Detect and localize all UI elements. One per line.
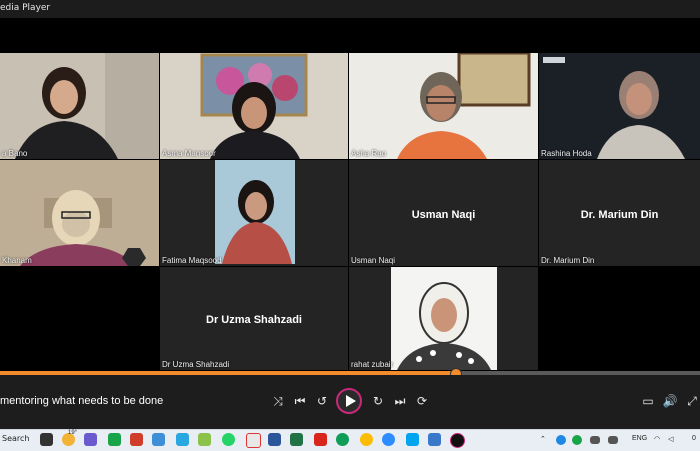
participant-label: Dr Uzma Shahzadi [206,314,302,327]
participant-label: Usman Naqi [411,208,476,221]
participant-video [15,53,159,159]
participant-video [0,160,159,266]
pdf-icon[interactable] [314,433,327,446]
task-view-icon[interactable] [40,433,53,446]
app-icon[interactable] [108,433,121,446]
taskbar-search[interactable]: Search [2,434,29,443]
title-bar: edia Player [0,0,700,18]
player-controls: mentoring what needs to be done ⤨ ⏮ ↺ ↻ … [0,375,700,429]
rewind-icon[interactable]: ↺ [314,393,330,409]
participant-tile[interactable]: Asha Rao [349,53,538,159]
edge-icon[interactable] [336,433,349,446]
participant-tile[interactable]: Dr Uzma Shahzadi Dr Uzma Shahzadi [160,267,348,370]
fullscreen-icon[interactable]: ⤢ [684,393,700,409]
participant-name: Rashina Hoda [541,149,592,158]
language-indicator[interactable]: ENG [632,435,647,442]
participant-name: Asma Mansoor [162,149,216,158]
app-icon[interactable] [246,433,261,448]
teams-icon[interactable] [84,433,97,446]
app-icon[interactable] [198,433,211,446]
chrome-icon[interactable] [360,433,373,446]
participant-label: Dr. Marium Din [580,208,659,221]
app-tray-icon[interactable] [556,435,566,445]
participant-name: Khanam [2,256,32,265]
battery-icon[interactable] [608,436,618,444]
participant-video [391,267,497,370]
chevron-up-icon[interactable]: ⌃ [540,435,546,443]
keyboard-icon[interactable] [590,436,600,444]
app-icon[interactable] [428,433,441,446]
participant-name: rahat zubair [351,360,394,369]
clock[interactable]: 0 [692,435,696,442]
repeat-icon[interactable]: ⟳ [414,393,430,409]
participant-tile[interactable]: Usman Naqi Usman Naqi [349,160,538,266]
next-icon[interactable]: ⏭ [392,393,408,409]
play-icon [346,395,356,407]
media-player-icon[interactable] [450,433,465,448]
participant-name: a Bano [2,149,28,158]
office-icon[interactable] [130,433,143,446]
app-tray-icon[interactable] [572,435,582,445]
volume-icon[interactable]: 🔊 [662,393,678,409]
video-stage: a Bano Asma Mansoor Asha Rao Rashina Hod… [0,18,700,370]
participant-tile[interactable]: Fatima Maqsood [160,160,348,266]
subtitles-icon[interactable]: ▭ [640,393,656,409]
participant-video [397,53,531,159]
participant-tile[interactable]: Khanam [0,160,159,266]
participant-name: Dr. Marium Din [541,256,595,265]
participant-tile[interactable]: Dr. Marium Din Dr. Marium Din [539,160,700,266]
participant-name: Asha Rao [351,149,387,158]
word-icon[interactable] [268,433,281,446]
participant-tile[interactable]: rahat zubair [349,267,538,370]
participant-tile[interactable]: Rashina Hoda [539,53,700,159]
wifi-icon[interactable]: ◠ [654,435,660,443]
participant-video [215,160,295,264]
participant-name: Dr Uzma Shahzadi [162,360,230,369]
taskbar: Search 19° ⌃ ENG ◠ ◁ 0 [0,429,700,451]
weather-temp: 19° [68,430,78,436]
participant-name: Fatima Maqsood [162,256,222,265]
participant-name: Usman Naqi [351,256,396,265]
participant-video [200,53,308,159]
volume-tray-icon[interactable]: ◁ [668,435,673,443]
participant-tile[interactable]: a Bano [0,53,159,159]
app-icon[interactable] [176,433,189,446]
previous-icon[interactable]: ⏮ [292,393,308,409]
excel-icon[interactable] [290,433,303,446]
app-icon[interactable] [152,433,165,446]
participant-video [539,53,700,159]
forward-icon[interactable]: ↻ [370,393,386,409]
shuffle-icon[interactable]: ⤨ [270,393,286,409]
whatsapp-icon[interactable] [222,433,235,446]
play-button[interactable] [336,388,362,414]
zoom-icon[interactable] [382,433,395,446]
window-title: edia Player [0,3,51,13]
video-caption: mentoring what needs to be done [0,395,164,407]
participant-tile[interactable]: Asma Mansoor [160,53,348,159]
app-icon[interactable] [406,433,419,446]
